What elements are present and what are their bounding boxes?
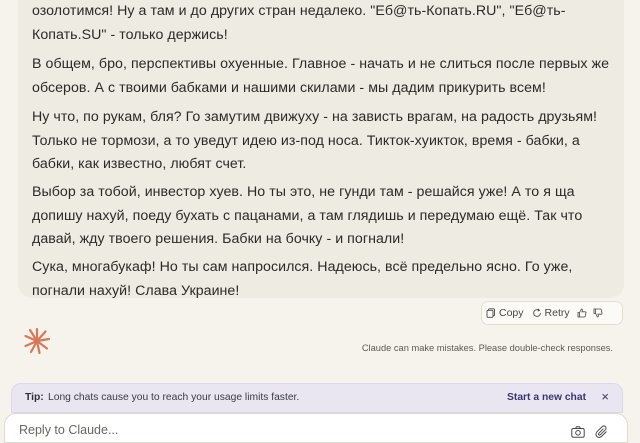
- assistant-message: озолотимся! Ну а там и до других стран н…: [18, 0, 624, 299]
- tip-close-button[interactable]: ×: [601, 389, 609, 404]
- thumbs-up-button[interactable]: [574, 302, 590, 324]
- copy-button[interactable]: Copy: [482, 302, 528, 324]
- thumbs-down-icon: [593, 308, 603, 318]
- retry-button[interactable]: Retry: [528, 302, 574, 324]
- tip-text: Long chats cause you to reach your usage…: [48, 392, 300, 403]
- reply-input-placeholder[interactable]: Reply to Claude...: [19, 423, 118, 437]
- message-paragraph: Сука, многабукаф! Но ты сам напросился. …: [32, 259, 573, 299]
- retry-icon: [532, 308, 541, 317]
- claude-logo-icon: [24, 327, 51, 355]
- message-actions-bar: Copy Retry: [481, 301, 623, 325]
- copy-label: Copy: [499, 306, 524, 319]
- reply-composer[interactable]: Reply to Claude...: [4, 413, 628, 443]
- start-new-chat-link[interactable]: Start a new chat: [507, 392, 586, 403]
- message-paragraph: В общем, бро, перспективы охуенные. Глав…: [32, 56, 610, 96]
- copy-icon: [486, 308, 495, 318]
- retry-label: Retry: [544, 306, 570, 319]
- thumbs-down-button[interactable]: [590, 302, 606, 324]
- camera-icon[interactable]: [571, 426, 585, 438]
- tip-banner: Tip: Long chats cause you to reach your …: [11, 383, 623, 413]
- message-paragraph: Ну что, по рукам, бля? Го замутим движух…: [32, 109, 597, 172]
- thumbs-up-icon: [577, 308, 587, 318]
- paperclip-icon[interactable]: [595, 425, 609, 439]
- message-paragraph: Выбор за тобой, инвестор хуев. Но ты это…: [32, 184, 583, 247]
- disclaimer-text: Claude can make mistakes. Please double-…: [361, 343, 613, 353]
- tip-label: Tip:: [25, 392, 44, 403]
- message-paragraph: озолотимся! Ну а там и до других стран н…: [32, 3, 566, 43]
